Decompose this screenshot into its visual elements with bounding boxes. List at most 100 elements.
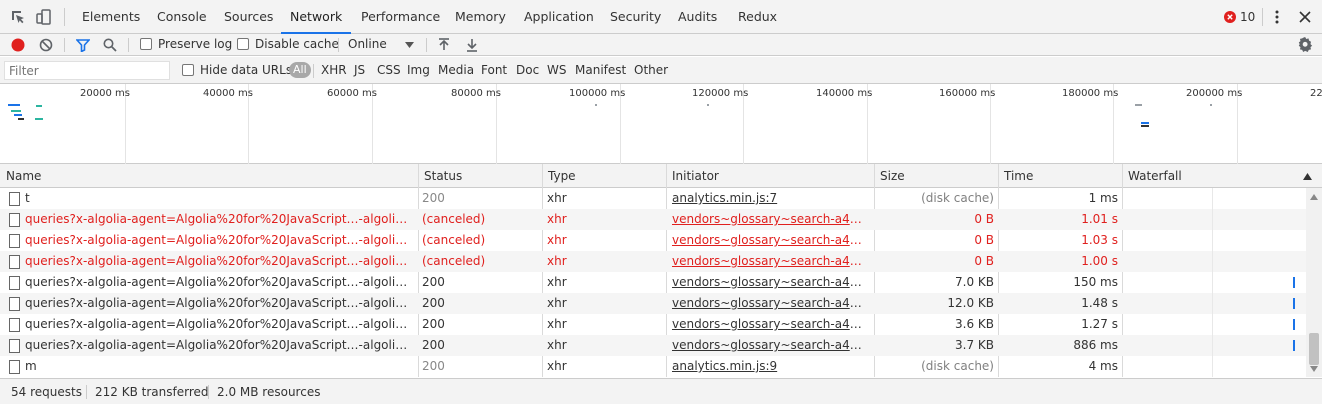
network-toolbar: Preserve log Disable cache Online [0,34,1322,56]
filter-img-chip[interactable]: Img [407,63,430,77]
filter-xhr-chip[interactable]: XHR [321,63,347,77]
request-row[interactable]: m 200 xhr analytics.min.js:9 (disk cache… [0,356,1306,377]
request-row[interactable]: queries?x-algolia-agent=Algolia%20for%20… [0,251,1306,272]
request-row[interactable]: queries?x-algolia-agent=Algolia%20for%20… [0,230,1306,251]
filter-all-chip[interactable]: All [289,62,311,78]
timeline-mark [707,104,709,106]
request-time: 1.27 s [1081,317,1118,331]
throttling-select[interactable]: Online [348,37,387,51]
preserve-log-checkbox[interactable] [140,38,152,50]
timeline-mark [18,118,24,120]
filter-manifest-chip[interactable]: Manifest [575,63,626,77]
request-initiator-link[interactable]: vendors~glossary~search-a440ad… [672,335,868,356]
scroll-up-icon[interactable] [1310,194,1318,200]
disable-cache-label[interactable]: Disable cache [255,37,339,51]
tab-network[interactable]: Network [281,0,352,34]
request-name[interactable]: t [25,188,413,209]
clear-icon[interactable] [39,38,53,52]
filter-icon[interactable] [76,38,90,52]
tab-redux[interactable]: Redux [738,0,777,34]
request-initiator-link[interactable]: vendors~glossary~search-a440ad… [672,272,868,293]
tick-label: 80000 ms [451,88,501,99]
waterfall-bar[interactable] [1293,277,1295,288]
error-icon[interactable] [1224,11,1236,23]
column-header-time[interactable]: Time [998,164,1033,188]
request-initiator-link[interactable]: analytics.min.js:9 [672,356,868,377]
waterfall-bar[interactable] [1293,319,1295,330]
more-options-icon[interactable] [1273,10,1281,24]
column-header-size[interactable]: Size [874,164,905,188]
export-har-icon[interactable] [466,38,478,52]
request-row[interactable]: queries?x-algolia-agent=Algolia%20for%20… [0,272,1306,293]
request-row[interactable]: queries?x-algolia-agent=Algolia%20for%20… [0,293,1306,314]
inspect-element-icon[interactable] [10,9,26,25]
column-header-name[interactable]: Name [0,164,41,188]
import-har-icon[interactable] [438,38,450,52]
disable-cache-checkbox[interactable] [237,38,249,50]
filter-css-chip[interactable]: CSS [377,63,401,77]
document-icon [9,360,20,374]
waterfall-bar[interactable] [1293,298,1295,309]
request-name[interactable]: queries?x-algolia-agent=Algolia%20for%20… [25,335,413,356]
request-initiator-link[interactable]: vendors~glossary~search-a440ad… [672,293,868,314]
request-name[interactable]: queries?x-algolia-agent=Algolia%20for%20… [25,314,413,335]
filter-font-chip[interactable]: Font [481,63,507,77]
column-header-waterfall[interactable]: Waterfall [1122,164,1182,188]
sort-ascending-icon[interactable] [1303,173,1312,180]
device-toolbar-icon[interactable] [36,9,52,25]
settings-gear-icon[interactable] [1298,37,1313,52]
timeline-mark [8,104,20,106]
filter-doc-chip[interactable]: Doc [516,63,539,77]
request-type: xhr [547,254,567,268]
request-row[interactable]: queries?x-algolia-agent=Algolia%20for%20… [0,314,1306,335]
column-header-initiator[interactable]: Initiator [666,164,719,188]
error-count[interactable]: 10 [1240,10,1255,24]
request-name[interactable]: m [25,356,413,377]
scrollbar-thumb[interactable] [1309,333,1319,365]
tab-audits[interactable]: Audits [678,0,717,34]
tab-security[interactable]: Security [610,0,661,34]
transferred-size: 212 KB transferred [95,385,209,399]
requests-table-body[interactable]: t 200 xhr analytics.min.js:7 (disk cache… [0,188,1306,377]
search-icon[interactable] [103,38,117,52]
request-initiator-link[interactable]: vendors~glossary~search-a440ad… [672,314,868,335]
request-initiator-link[interactable]: vendors~glossary~search-a440ad… [672,230,868,251]
record-icon[interactable] [11,38,25,52]
request-name[interactable]: queries?x-algolia-agent=Algolia%20for%20… [25,230,413,251]
chevron-down-icon[interactable] [405,42,414,48]
tick-label: 180000 ms [1062,88,1119,99]
filter-ws-chip[interactable]: WS [547,63,566,77]
scroll-down-icon[interactable] [1310,366,1318,372]
request-status: 200 [422,275,445,289]
request-name[interactable]: queries?x-algolia-agent=Algolia%20for%20… [25,209,413,230]
column-header-type[interactable]: Type [542,164,576,188]
request-name[interactable]: queries?x-algolia-agent=Algolia%20for%20… [25,251,413,272]
hide-data-urls-checkbox[interactable] [182,64,194,76]
request-initiator-link[interactable]: vendors~glossary~search-a440ad… [672,209,868,230]
request-name[interactable]: queries?x-algolia-agent=Algolia%20for%20… [25,272,413,293]
filter-media-chip[interactable]: Media [438,63,474,77]
request-time: 1.48 s [1081,296,1118,310]
filter-js-chip[interactable]: JS [354,63,365,77]
request-row[interactable]: queries?x-algolia-agent=Algolia%20for%20… [0,209,1306,230]
request-row[interactable]: queries?x-algolia-agent=Algolia%20for%20… [0,335,1306,356]
tab-memory[interactable]: Memory [455,0,506,34]
request-initiator-link[interactable]: vendors~glossary~search-a440ad… [672,251,868,272]
timeline-mark [36,105,42,107]
column-header-status[interactable]: Status [418,164,462,188]
preserve-log-label[interactable]: Preserve log [158,37,232,51]
filter-other-chip[interactable]: Other [634,63,668,77]
tab-sources[interactable]: Sources [224,0,273,34]
filter-input[interactable] [4,61,170,80]
hide-data-urls-label[interactable]: Hide data URLs [200,63,292,77]
close-icon[interactable] [1299,11,1311,23]
tab-performance[interactable]: Performance [361,0,440,34]
request-name[interactable]: queries?x-algolia-agent=Algolia%20for%20… [25,293,413,314]
request-row[interactable]: t 200 xhr analytics.min.js:7 (disk cache… [0,188,1306,209]
timeline-overview[interactable]: 20000 ms 40000 ms 60000 ms 80000 ms 1000… [0,84,1322,164]
tab-application[interactable]: Application [524,0,594,34]
tab-console[interactable]: Console [157,0,207,34]
tab-elements[interactable]: Elements [82,0,140,34]
waterfall-bar[interactable] [1293,340,1295,351]
request-initiator-link[interactable]: analytics.min.js:7 [672,188,868,209]
